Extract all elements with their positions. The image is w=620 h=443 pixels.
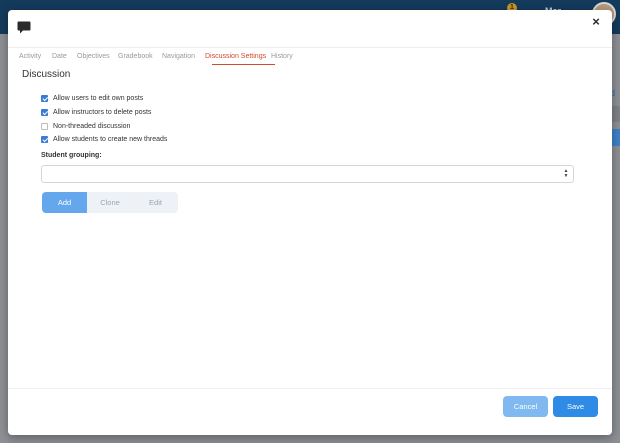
background-button [611,129,620,146]
tab-gradebook[interactable]: Gradebook [118,52,153,62]
close-button[interactable]: × [588,13,604,31]
grouping-button-group: Add Clone Edit [42,192,178,213]
cancel-button[interactable]: Cancel [503,396,548,417]
tab-objectives[interactable]: Objectives [77,52,110,62]
tab-activity[interactable]: Activity [19,52,41,62]
option-label: Allow users to edit own posts [53,95,144,102]
checkbox-edit-own-posts[interactable] [41,95,48,102]
tab-date[interactable]: Date [52,52,67,62]
chat-bubble-icon [17,21,31,34]
option-label: Allow students to create new threads [53,136,168,143]
clone-button[interactable]: Clone [87,192,133,213]
footer-divider [8,388,612,389]
select-arrows-icon: ▲ ▼ [563,168,569,179]
active-tab-underline [212,64,275,65]
activity-settings-modal: × Activity Date Objectives Gradebook Nav… [8,10,612,435]
student-grouping-select[interactable]: ▲ ▼ [41,165,574,183]
add-button[interactable]: Add [42,192,87,213]
checkbox-non-threaded[interactable] [41,123,48,130]
background-left-panel [0,34,8,443]
student-grouping-label: Student grouping: [41,152,102,159]
checkbox-instructors-delete-posts[interactable] [41,109,48,116]
edit-button[interactable]: Edit [133,192,178,213]
header-divider [8,47,612,48]
option-label: Non-threaded discussion [53,123,131,130]
tab-navigation[interactable]: Navigation [162,52,195,62]
background-select-control [611,106,620,122]
section-title: Discussion [22,69,71,80]
tab-history[interactable]: History [271,52,293,62]
checkbox-students-create-threads[interactable] [41,136,48,143]
save-button[interactable]: Save [553,396,598,417]
tab-discussion-settings[interactable]: Discussion Settings [205,52,266,62]
option-label: Allow instructors to delete posts [53,109,152,116]
